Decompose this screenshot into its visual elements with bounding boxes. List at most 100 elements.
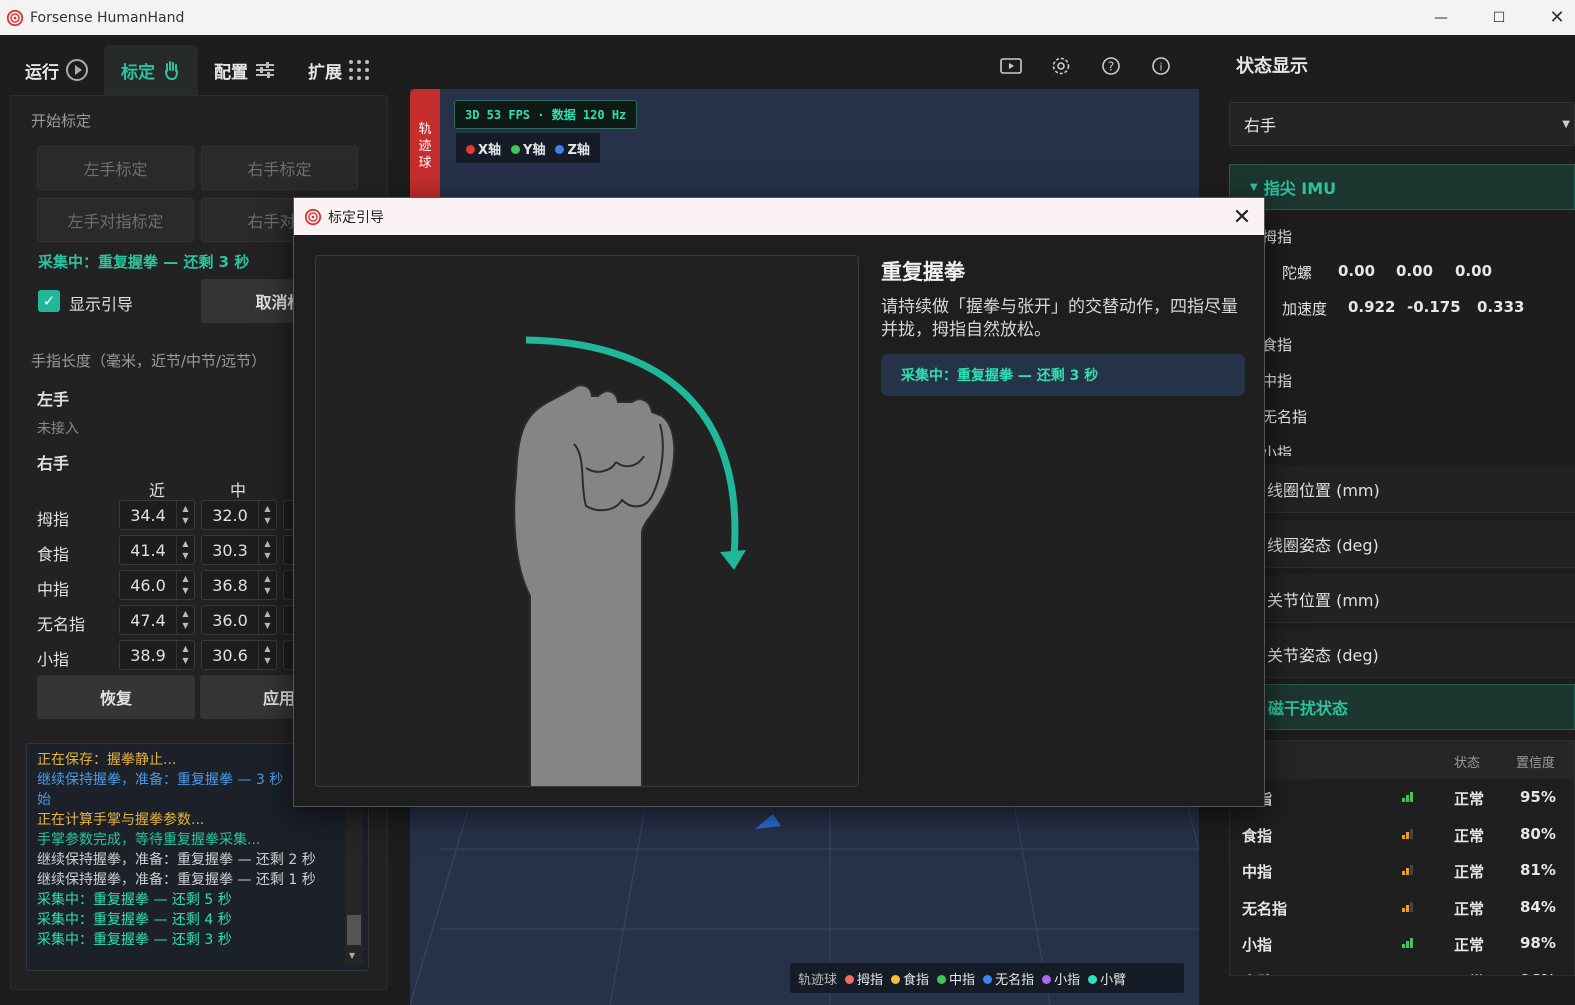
collect-status: 采集中：重复握拳 — 还剩 3 秒: [38, 253, 250, 271]
mag-finger-name: 无名指: [1242, 899, 1288, 918]
legend-label: 小指: [1054, 972, 1081, 988]
dialog-title: 标定引导: [328, 209, 384, 226]
legend-label: 无名指: [995, 972, 1035, 988]
mag-finger-name: 中指: [1242, 863, 1273, 881]
finger-name-label: 拇指: [37, 510, 70, 529]
legend-label: 中指: [949, 972, 976, 988]
right-hand-calibrate-button[interactable]: 右手标定: [201, 146, 358, 190]
settings-gear-icon[interactable]: [1048, 53, 1074, 79]
imu-row-label: 陀螺: [1282, 264, 1313, 282]
scroll-down-icon[interactable]: ▼: [349, 951, 355, 960]
axis-text: X轴: [478, 142, 502, 158]
mag-confidence: 84%: [1520, 897, 1556, 916]
grid-dots-icon: [349, 60, 369, 80]
finger-name-label: 无名指: [37, 615, 86, 634]
finger-prox-stepper[interactable]: 47.4 ▲ ▼: [119, 605, 195, 635]
log-line: 采集中：重复握拳 — 还剩 4 秒: [37, 912, 232, 928]
stepper-arrows-icon[interactable]: ▲ ▼: [176, 501, 194, 529]
maximize-icon[interactable]: ☐: [1470, 0, 1528, 35]
signal-bars-icon: [1402, 828, 1413, 839]
restore-button[interactable]: 恢复: [37, 675, 195, 719]
left-hand-heading: 左手: [37, 390, 70, 409]
legend-dot-icon: [983, 974, 993, 984]
log-line: 采集中：重复握拳 — 还剩 5 秒: [37, 892, 232, 908]
sliders-icon: [256, 62, 274, 78]
tab-extend[interactable]: 扩展: [292, 45, 386, 95]
hand-select[interactable]: 右手 ▼: [1229, 102, 1575, 146]
legend-item: 拇指: [845, 969, 883, 988]
mag-table-row: 中指 正常 81%: [1230, 852, 1574, 889]
trackball-side-tab[interactable]: 轨迹球: [410, 89, 440, 204]
stepper-arrows-icon[interactable]: ▲ ▼: [176, 571, 194, 599]
axis-dot-icon: [511, 144, 521, 154]
finger-prox-stepper[interactable]: 34.4 ▲ ▼: [119, 500, 195, 530]
log-line: 正在计算手掌与握拳参数...: [37, 812, 205, 828]
finger-mid-stepper[interactable]: 36.8 ▲ ▼: [201, 570, 277, 600]
dialog-close-icon[interactable]: ✕: [1230, 205, 1254, 230]
record-icon[interactable]: [998, 53, 1024, 79]
finger-mid-stepper[interactable]: 30.6 ▲ ▼: [201, 640, 277, 670]
status-group-header[interactable]: 关节位置 (mm): [1229, 575, 1575, 623]
right-hand-heading: 右手: [37, 454, 70, 473]
fist-arrow-image: [513, 336, 746, 786]
stepper-arrows-icon[interactable]: ▲ ▼: [258, 571, 276, 599]
status-group-header[interactable]: 线圈姿态 (deg): [1229, 520, 1575, 568]
help-icon[interactable]: ?: [1098, 53, 1124, 79]
left-hand-calibrate-button[interactable]: 左手标定: [37, 146, 194, 190]
finger-mid-stepper[interactable]: 36.0 ▲ ▼: [201, 605, 277, 635]
legend-dot-icon: [1042, 974, 1052, 984]
stepper-arrows-icon[interactable]: ▲ ▼: [176, 641, 194, 669]
stepper-arrows-icon[interactable]: ▲ ▼: [258, 536, 276, 564]
window-title: Forsense HumanHand: [30, 9, 185, 26]
mag-table-row: 小臂 正常 96%: [1230, 962, 1574, 975]
imu-value: -0.175: [1407, 298, 1461, 316]
finger-prox-stepper[interactable]: 38.9 ▲ ▼: [119, 640, 195, 670]
legend-dot-icon: [1088, 974, 1098, 984]
fps-hud: 3D 53 FPS · 数据 120 Hz: [454, 100, 638, 129]
left-hand-status: 未接入: [37, 421, 79, 437]
imu-value: 0.333: [1477, 298, 1525, 316]
minimize-icon[interactable]: —: [1412, 0, 1470, 35]
mag-state: 正常: [1454, 936, 1485, 954]
mag-group-header[interactable]: 磁干扰状态: [1229, 684, 1575, 730]
info-icon[interactable]: i: [1148, 53, 1174, 79]
stepper-arrows-icon[interactable]: ▲ ▼: [176, 606, 194, 634]
log-scrollbar[interactable]: ▼: [345, 805, 363, 965]
stepper-value: 32.0: [212, 505, 248, 525]
imu-row-label: 食指: [1262, 336, 1293, 354]
tab-calibrate[interactable]: 标定: [104, 45, 198, 95]
stepper-value: 30.6: [212, 645, 248, 665]
tab-config[interactable]: 配置: [198, 45, 292, 95]
finger-prox-stepper[interactable]: 41.4 ▲ ▼: [119, 535, 195, 565]
finger-prox-stepper[interactable]: 46.0 ▲ ▼: [119, 570, 195, 600]
log-scroll-thumb[interactable]: [347, 915, 361, 945]
finger-mid-stepper[interactable]: 30.3 ▲ ▼: [201, 535, 277, 565]
finger-name-label: 中指: [37, 580, 70, 599]
legend-title: 轨迹球: [798, 972, 838, 988]
show-guide-label: 显示引导: [69, 295, 134, 314]
status-group-header[interactable]: 线圈位置 (mm): [1229, 465, 1575, 513]
mag-state: 正常: [1454, 790, 1485, 808]
stepper-arrows-icon[interactable]: ▲ ▼: [176, 536, 194, 564]
dialog-logo-icon: [304, 208, 322, 225]
stepper-value: 34.4: [130, 505, 166, 525]
status-group-header[interactable]: 关节姿态 (deg): [1229, 630, 1575, 678]
stepper-arrows-icon[interactable]: ▲ ▼: [258, 501, 276, 529]
signal-bars-icon: [1402, 792, 1413, 802]
log-line: 继续保持握拳，准备：重复握拳 — 还剩 1 秒: [37, 872, 316, 888]
finger-mid-stepper[interactable]: 32.0 ▲ ▼: [201, 500, 277, 530]
mag-table-row: 食指 正常 80%: [1230, 816, 1574, 853]
imu-group-header[interactable]: ▼ 指尖 IMU: [1229, 164, 1575, 210]
mag-state: 正常: [1454, 863, 1485, 881]
log-line: 采集中：重复握拳 — 还剩 3 秒: [37, 932, 232, 948]
close-window-icon[interactable]: ✕: [1528, 0, 1575, 35]
app-logo-icon: [6, 9, 24, 26]
show-guide-checkbox[interactable]: ✓: [38, 290, 60, 312]
axis-2-label: Z轴: [555, 139, 590, 158]
expand-icon: ▼: [1250, 181, 1258, 193]
imu-row-label: 加速度: [1282, 300, 1328, 318]
left-thumb-calibrate-button[interactable]: 左手对指标定: [37, 198, 194, 242]
stepper-arrows-icon[interactable]: ▲ ▼: [258, 641, 276, 669]
tab-run[interactable]: 运行: [10, 45, 104, 95]
stepper-arrows-icon[interactable]: ▲ ▼: [258, 606, 276, 634]
